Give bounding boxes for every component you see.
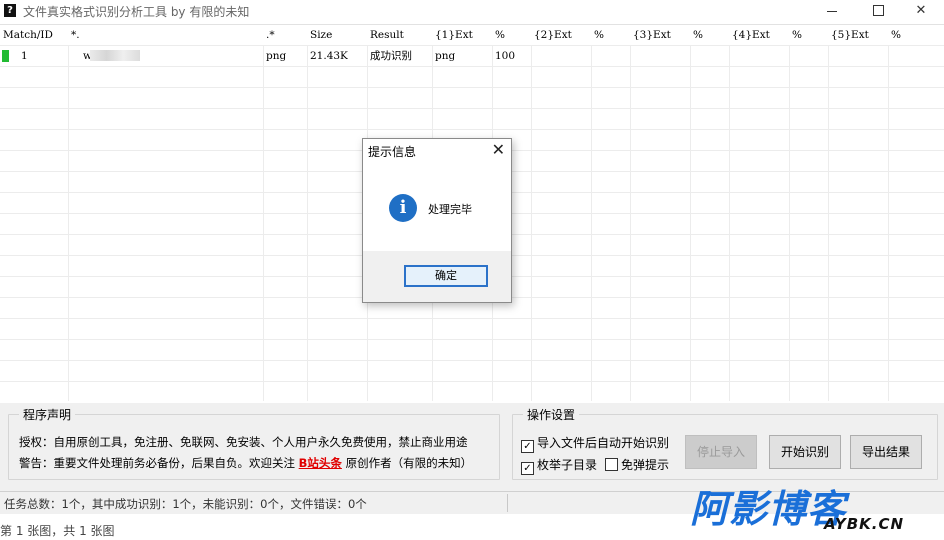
checkbox-unchecked-icon [605,458,618,471]
stop-import-button[interactable]: 停止导入 [685,435,757,469]
warning-text-post: 原创作者（有限的未知） [341,456,473,470]
warning-text-pre: 警告：重要文件处理前务必备份，后果自负。欢迎关注 [19,456,299,470]
table-row [0,382,944,401]
cell-result: 成功识别 [370,50,412,62]
warning-text: 警告：重要文件处理前务必备份，后果自负。欢迎关注 B站头条 原创作者（有限的未知… [19,455,472,471]
column-header-ext3[interactable]: {3}Ext [630,25,689,45]
column-header-ext1[interactable]: {1}Ext [432,25,491,45]
title-bar: ? 文件真实格式识别分析工具 by 有限的未知 ✕ [0,0,944,22]
column-header-ext2[interactable]: {2}Ext [531,25,590,45]
column-header-size[interactable]: Size [307,25,366,45]
app-icon: ? [4,4,16,17]
table-header: Match/ID *. .* Size Result {1}Ext % {2}E… [0,25,944,46]
close-button[interactable]: ✕ [898,0,944,22]
maximize-button[interactable] [855,0,901,22]
watermark-title: 阿影博客 [690,487,847,531]
column-header-pct5[interactable]: % [888,25,943,45]
column-header-pct4[interactable]: % [789,25,827,45]
minimize-button[interactable] [808,0,854,22]
dialog-title: 提示信息 [368,145,417,159]
cell-id: 1 [21,50,28,62]
auto-start-label: 导入文件后自动开始识别 [537,436,670,450]
column-header-name[interactable]: *. [68,25,261,45]
ok-button[interactable]: 确定 [404,265,488,287]
column-header-ext5[interactable]: {5}Ext [828,25,887,45]
no-popup-label: 免弹提示 [621,458,670,472]
dialog-footer: 确定 [363,251,511,302]
settings-legend: 操作设置 [523,406,580,423]
checkbox-checked-icon: ✓ [521,462,534,475]
table-row [0,361,944,382]
status-text: 任务总数：1个，其中成功识别：1个，未能识别：0个，文件错误：0个 [4,497,367,511]
redacted-filename [90,50,140,61]
dialog-message: 处理完毕 [428,203,472,216]
maximize-icon [873,5,884,16]
info-dialog: 提示信息 ✕ i 处理完毕 确定 [362,138,512,303]
cell-size: 21.43K [310,50,348,62]
dialog-close-icon[interactable]: ✕ [492,140,505,159]
image-counter: 第 1 张图，共 1 张图 [0,524,115,538]
table-row [0,88,944,109]
declaration-group: 程序声明 授权：自用原创工具，免注册、免联网、免安装、个人用户永久免费使用，禁止… [8,406,500,480]
declaration-legend: 程序声明 [19,406,76,423]
minimize-icon [827,11,837,12]
column-header-ext4[interactable]: {4}Ext [729,25,788,45]
no-popup-checkbox[interactable]: 免弹提示 [605,456,669,473]
cell-ext1: png [435,50,456,62]
status-separator [507,494,508,512]
checkbox-checked-icon: ✓ [521,440,534,453]
column-header-pct2[interactable]: % [591,25,629,45]
bilibili-toutiao-link[interactable]: B站头条 [299,456,342,470]
table-row [0,340,944,361]
column-header-match-id[interactable]: Match/ID [0,25,67,45]
column-header-pct1[interactable]: % [492,25,530,45]
enum-subdir-label: 枚举子目录 [537,458,598,472]
window-title: 文件真实格式识别分析工具 by 有限的未知 [23,5,250,19]
export-results-button[interactable]: 导出结果 [850,435,922,469]
info-icon: i [389,194,417,222]
column-header-pct3[interactable]: % [690,25,728,45]
close-icon: ✕ [915,3,927,18]
column-header-result[interactable]: Result [367,25,430,45]
cell-pct1: 100 [495,50,516,62]
license-text: 授权：自用原创工具，免注册、免联网、免安装、个人用户永久免费使用，禁止商业用途 [19,435,468,449]
success-marker [2,50,9,62]
auto-start-checkbox[interactable]: ✓ 导入文件后自动开始识别 [521,434,669,453]
column-header-ext[interactable]: .* [263,25,306,45]
enum-subdir-checkbox[interactable]: ✓ 枚举子目录 [521,456,597,475]
start-recognition-button[interactable]: 开始识别 [769,435,841,469]
table-row[interactable]: 1 w png 21.43K 成功识别 png 100 [0,46,944,67]
table-row [0,67,944,88]
cell-ext: png [266,50,287,62]
table-row [0,109,944,130]
watermark-logo: 阿影博客 AYBK.CN [690,478,940,538]
settings-group: 操作设置 ✓ 导入文件后自动开始识别 ✓ 枚举子目录 免弹提示 停止导入 开始识别 … [512,406,938,480]
table-row [0,319,944,340]
watermark-domain: AYBK.CN [824,515,905,533]
